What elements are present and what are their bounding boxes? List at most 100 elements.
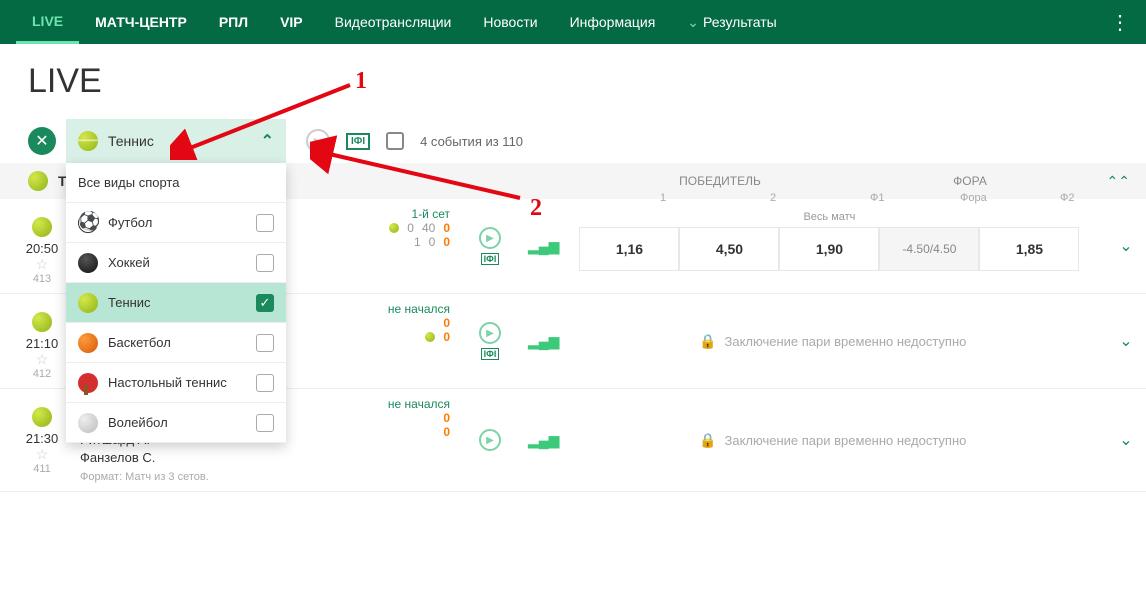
nav-video[interactable]: Видеотрансляции xyxy=(319,0,468,44)
chevron-up-icon: ⌃ xyxy=(261,131,274,151)
match-id: 411 xyxy=(14,463,70,475)
expand-button[interactable]: ⌄ xyxy=(1106,302,1146,380)
status-label: не начался xyxy=(300,397,450,411)
checkbox[interactable] xyxy=(256,374,274,392)
sport-dropdown: Все виды спорта Футбол Хоккей Теннис ✓ Б… xyxy=(66,163,286,443)
match-id: 412 xyxy=(14,368,70,380)
dropdown-football[interactable]: Футбол xyxy=(66,203,286,243)
nav-vip[interactable]: VIP xyxy=(264,0,319,44)
dropdown-label: Футбол xyxy=(108,215,256,230)
tennis-icon xyxy=(32,312,52,332)
favorite-button[interactable]: ☆ xyxy=(14,351,70,368)
match-id: 413 xyxy=(14,273,70,285)
match-time-col: 21:30 ☆ 411 xyxy=(14,397,70,483)
nav-rpl[interactable]: РПЛ xyxy=(203,0,264,44)
score-col: не начался 0 0 xyxy=(300,397,460,483)
play-button[interactable]: ▶ xyxy=(479,322,501,344)
football-icon xyxy=(78,213,98,233)
signal-icon: ▂▄▆ xyxy=(528,432,559,449)
clear-filter-button[interactable]: ✕ xyxy=(28,127,56,155)
dropdown-all-sports[interactable]: Все виды спорта xyxy=(66,163,286,203)
score-col: не начался 0 0 xyxy=(300,302,460,380)
player-2: Фанзелов С. xyxy=(80,449,300,467)
checkbox[interactable] xyxy=(256,414,274,432)
odd-fora-value[interactable]: -4.50/4.50 xyxy=(879,227,979,271)
signal-icon: ▂▄▆ xyxy=(528,333,559,350)
hockey-icon xyxy=(78,253,98,273)
odd-winner-1[interactable]: 1,16 xyxy=(579,227,679,271)
odd-f1[interactable]: 1,90 xyxy=(779,227,879,271)
serve-icon xyxy=(389,223,399,233)
sport-selector[interactable]: Теннис ⌃ Все виды спорта Футбол Хоккей Т… xyxy=(66,119,286,163)
dropdown-label: Теннис xyxy=(108,295,256,310)
tennis-icon xyxy=(32,407,52,427)
expand-button[interactable]: ⌄ xyxy=(1106,207,1146,285)
match-time-col: 20:50 ☆ 413 xyxy=(14,207,70,285)
dropdown-label: Все виды спорта xyxy=(78,175,274,190)
table-tennis-icon xyxy=(78,373,98,393)
favorite-button[interactable]: ☆ xyxy=(14,256,70,273)
tennis-icon xyxy=(32,217,52,237)
filter-toolbar: ▶ IФI 4 события из 110 xyxy=(306,129,523,153)
match-controls: ▶ xyxy=(460,397,520,483)
checkbox-checked[interactable]: ✓ xyxy=(256,294,274,312)
match-format: Формат: Матч из 3 сетов. xyxy=(80,471,300,483)
tennis-icon xyxy=(78,293,98,313)
nav-results[interactable]: ⌄Результаты xyxy=(671,0,792,44)
tv-icon[interactable]: IФI xyxy=(481,253,500,265)
nav-match-center[interactable]: МАТЧ-ЦЕНТР xyxy=(79,0,203,44)
th-winner: ПОБЕДИТЕЛЬ 1 2 xyxy=(620,174,820,188)
checkbox[interactable] xyxy=(256,254,274,272)
sport-selector-label: Теннис xyxy=(108,133,261,149)
dropdown-label: Баскетбол xyxy=(108,335,256,350)
nav-info[interactable]: Информация xyxy=(554,0,672,44)
whole-match-label: Весь матч xyxy=(579,207,1079,227)
filter-checkbox[interactable] xyxy=(386,132,404,150)
th-fora: ФОРА Ф1 Фора Ф2 xyxy=(850,174,1090,188)
bet-unavailable: 🔒 Заключение пари временно недоступно xyxy=(559,397,1106,483)
dropdown-hockey[interactable]: Хоккей xyxy=(66,243,286,283)
favorite-button[interactable]: ☆ xyxy=(14,446,70,463)
nav-live[interactable]: LIVE xyxy=(16,0,79,44)
dropdown-basketball[interactable]: Баскетбол xyxy=(66,323,286,363)
lock-icon: 🔒 xyxy=(699,333,716,350)
filter-row: ✕ Теннис ⌃ Все виды спорта Футбол Хоккей… xyxy=(0,119,1146,163)
match-time: 21:30 xyxy=(14,431,70,446)
match-time: 20:50 xyxy=(14,241,70,256)
dropdown-label: Настольный теннис xyxy=(108,375,256,390)
nav-news[interactable]: Новости xyxy=(467,0,553,44)
tennis-icon xyxy=(28,171,48,191)
dropdown-tennis[interactable]: Теннис ✓ xyxy=(66,283,286,323)
dropdown-label: Волейбол xyxy=(108,415,256,430)
match-time: 21:10 xyxy=(14,336,70,351)
page-title: LIVE xyxy=(0,44,1146,119)
tv-icon[interactable]: IФI xyxy=(481,348,500,360)
checkbox[interactable] xyxy=(256,334,274,352)
match-controls: ▶ IФI xyxy=(460,302,520,380)
status-label: не начался xyxy=(300,302,450,316)
tv-filter-icon[interactable]: IФI xyxy=(346,133,370,150)
dropdown-table-tennis[interactable]: Настольный теннис xyxy=(66,363,286,403)
play-button[interactable]: ▶ xyxy=(479,429,501,451)
nav-more-icon[interactable]: ⋮ xyxy=(1110,10,1130,35)
dropdown-label: Хоккей xyxy=(108,255,256,270)
basketball-icon xyxy=(78,333,98,353)
odds-section: Весь матч 1,16 4,50 1,90 -4.50/4.50 1,85 xyxy=(559,207,1106,285)
expand-button[interactable]: ⌄ xyxy=(1106,397,1146,483)
play-filter-button[interactable]: ▶ xyxy=(306,129,330,153)
bet-unavailable: 🔒 Заключение пари временно недоступно xyxy=(559,302,1106,380)
checkbox[interactable] xyxy=(256,214,274,232)
lock-icon: 🔒 xyxy=(699,432,716,449)
odd-winner-2[interactable]: 4,50 xyxy=(679,227,779,271)
top-nav: LIVE МАТЧ-ЦЕНТР РПЛ VIP Видеотрансляции … xyxy=(0,0,1146,44)
serve-icon xyxy=(425,332,435,342)
set-label: 1-й сет xyxy=(300,207,450,221)
match-time-col: 21:10 ☆ 412 xyxy=(14,302,70,380)
signal-icon: ▂▄▆ xyxy=(528,238,559,255)
play-button[interactable]: ▶ xyxy=(479,227,501,249)
match-controls: ▶ IФI xyxy=(460,207,520,285)
odd-f2[interactable]: 1,85 xyxy=(979,227,1079,271)
chevron-down-icon: ⌄ xyxy=(687,14,699,31)
collapse-all-button[interactable]: ⌃⌃ xyxy=(1107,173,1130,190)
dropdown-volleyball[interactable]: Волейбол xyxy=(66,403,286,443)
